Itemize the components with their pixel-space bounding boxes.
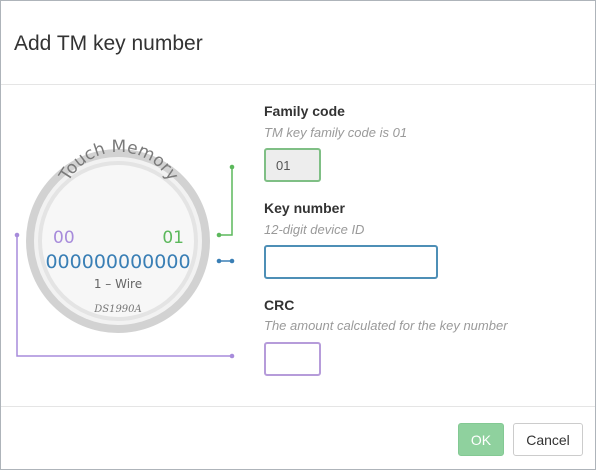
badge-key-digits: 000000000000 xyxy=(45,251,190,273)
key-number-label: Key number xyxy=(264,200,345,216)
dialog-footer: OK Cancel xyxy=(1,406,595,469)
ok-button[interactable]: OK xyxy=(458,423,504,456)
family-code-label: Family code xyxy=(264,103,345,119)
badge-protocol: 1 – Wire xyxy=(94,277,142,291)
crc-label: CRC xyxy=(264,297,295,313)
crc-input[interactable] xyxy=(264,342,321,376)
touch-memory-diagram: Touch Memory 00 01 000000000000 1 – Wire… xyxy=(14,137,235,359)
family-code-input[interactable] xyxy=(264,148,321,182)
cancel-button[interactable]: Cancel xyxy=(513,423,583,456)
crc-help: The amount calculated for the key number xyxy=(264,318,508,333)
badge-crc-code: 00 xyxy=(53,228,75,248)
key-number-help: 12-digit device ID xyxy=(264,222,365,237)
dialog-body: Touch Memory 00 01 000000000000 1 – Wire… xyxy=(1,85,595,407)
add-tm-key-dialog: Add TM key number Touch Memory 00 01 000… xyxy=(0,0,596,470)
family-code-help: TM key family code is 01 xyxy=(264,125,408,140)
family-code-connector xyxy=(216,164,235,238)
dialog-header: Add TM key number xyxy=(1,1,595,85)
key-number-connector xyxy=(216,258,235,264)
dialog-title: Add TM key number xyxy=(14,32,203,55)
badge-model: DS1990A xyxy=(93,304,142,315)
badge-family-code: 01 xyxy=(162,228,184,248)
key-number-input[interactable] xyxy=(264,245,438,279)
